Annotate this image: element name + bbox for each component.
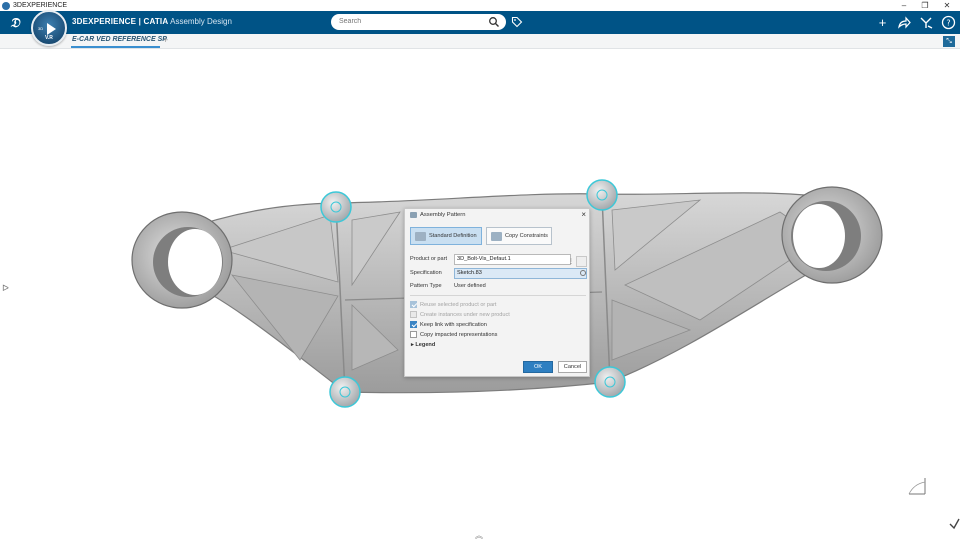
bolt-instance[interactable]: [586, 179, 618, 211]
minimize-icon[interactable]: –: [893, 0, 915, 11]
option-create-instances: Create instances under new product: [410, 311, 510, 318]
option-reuse-selected: Reuse selected product or part: [410, 301, 497, 308]
keep-link-checkbox[interactable]: [410, 321, 417, 328]
specification-label: Specification: [410, 270, 442, 276]
expand-bottom-icon[interactable]: ︽: [475, 530, 483, 540]
tab-e-car-ved[interactable]: E-CAR VED REFERENCE SP: [72, 36, 167, 43]
corner-check-icon: [949, 518, 960, 530]
brand-name: 3DEXPERIENCE | CATIA: [72, 17, 169, 26]
copy-representations-label: Copy impacted representations: [420, 331, 498, 338]
cancel-button[interactable]: Cancel: [558, 361, 587, 373]
dialog-title: Assembly Pattern: [420, 212, 466, 218]
close-icon[interactable]: ✕: [936, 0, 958, 11]
legend-label: Legend: [415, 342, 436, 348]
share-icon[interactable]: [897, 15, 912, 30]
expand-panel-icon[interactable]: ᐅ: [2, 283, 9, 294]
add-tab-button[interactable]: +: [163, 35, 168, 45]
svg-text:?: ?: [946, 19, 950, 28]
copy-constraints-icon: [491, 231, 502, 241]
standard-definition-button[interactable]: Standard Definition: [410, 227, 482, 245]
ok-button[interactable]: OK: [523, 361, 553, 373]
fullscreen-icon[interactable]: ⤡: [943, 36, 955, 47]
window-titlebar: 3DEXPERIENCE: [0, 0, 960, 11]
dialog-header[interactable]: Assembly Pattern ×: [405, 209, 589, 221]
app-name: Assembly Design: [170, 17, 232, 26]
tag-icon[interactable]: [511, 16, 523, 28]
window-title: 3DEXPERIENCE: [13, 2, 68, 9]
left-bushing-ring[interactable]: [131, 211, 233, 309]
ds-logo-icon[interactable]: 𝔇: [6, 14, 24, 31]
assembly-pattern-dialog: Assembly Pattern × Standard Definition C…: [404, 208, 590, 377]
standard-definition-icon: [415, 231, 426, 241]
reuse-checkbox: [410, 301, 417, 308]
product-select-button[interactable]: [576, 256, 587, 267]
active-tab-indicator: [71, 46, 160, 48]
tools-icon[interactable]: [919, 15, 934, 30]
compass-version: V.R: [45, 35, 53, 41]
product-field[interactable]: 3D_Bolt-Vis_Defaut.1: [454, 254, 571, 265]
create-instances-label: Create instances under new product: [420, 311, 510, 318]
app-logo-icon: [2, 1, 10, 10]
search-input[interactable]: [331, 14, 506, 30]
create-instances-checkbox: [410, 311, 417, 318]
legend-expander[interactable]: ▸ Legend: [411, 342, 435, 348]
dialog-close-button[interactable]: ×: [581, 210, 586, 219]
pattern-type-value: User defined: [454, 283, 486, 289]
bolt-instance[interactable]: [320, 191, 352, 223]
tab-bar: E-CAR VED REFERENCE SP +: [0, 34, 960, 49]
specification-clear-icon[interactable]: [580, 270, 586, 276]
help-icon[interactable]: ?: [941, 15, 956, 30]
product-label: Product or part: [410, 256, 447, 262]
axis-triad-icon[interactable]: [908, 478, 926, 495]
right-bushing-ring[interactable]: [781, 186, 883, 284]
brand-title: 3DEXPERIENCE | CATIA Assembly Design: [72, 17, 232, 26]
compass-3d-label: 3D: [38, 26, 44, 31]
product-menu-icon[interactable]: ⋮: [568, 258, 574, 265]
assembly-pattern-icon: [410, 212, 417, 218]
search-icon[interactable]: [488, 16, 500, 28]
bolt-instance[interactable]: [594, 366, 626, 398]
option-copy-representations[interactable]: Copy impacted representations: [410, 331, 497, 338]
option-keep-link[interactable]: Keep link with specification: [410, 321, 487, 328]
pattern-type-label: Pattern Type: [410, 283, 442, 289]
top-command-bar: 𝔇 3DEXPERIENCE | CATIA Assembly Design +…: [0, 11, 960, 34]
standard-definition-label: Standard Definition: [429, 233, 477, 239]
play-icon: [47, 23, 56, 35]
restore-icon[interactable]: ❐: [914, 0, 936, 11]
separator: [410, 295, 586, 296]
compass-widget[interactable]: 3D V.R: [31, 10, 67, 46]
keep-link-label: Keep link with specification: [420, 321, 487, 328]
reuse-label: Reuse selected product or part: [420, 301, 497, 308]
copy-constraints-button[interactable]: Copy Constraints: [486, 227, 552, 245]
plus-icon[interactable]: +: [875, 15, 890, 30]
copy-representations-checkbox[interactable]: [410, 331, 417, 338]
copy-constraints-label: Copy Constraints: [505, 233, 548, 239]
app-window: 3DEXPERIENCE – ❐ ✕ 𝔇 3DEXPERIENCE | CATI…: [0, 0, 960, 540]
specification-field[interactable]: Sketch.83: [454, 268, 587, 279]
bolt-instance[interactable]: [329, 376, 361, 408]
